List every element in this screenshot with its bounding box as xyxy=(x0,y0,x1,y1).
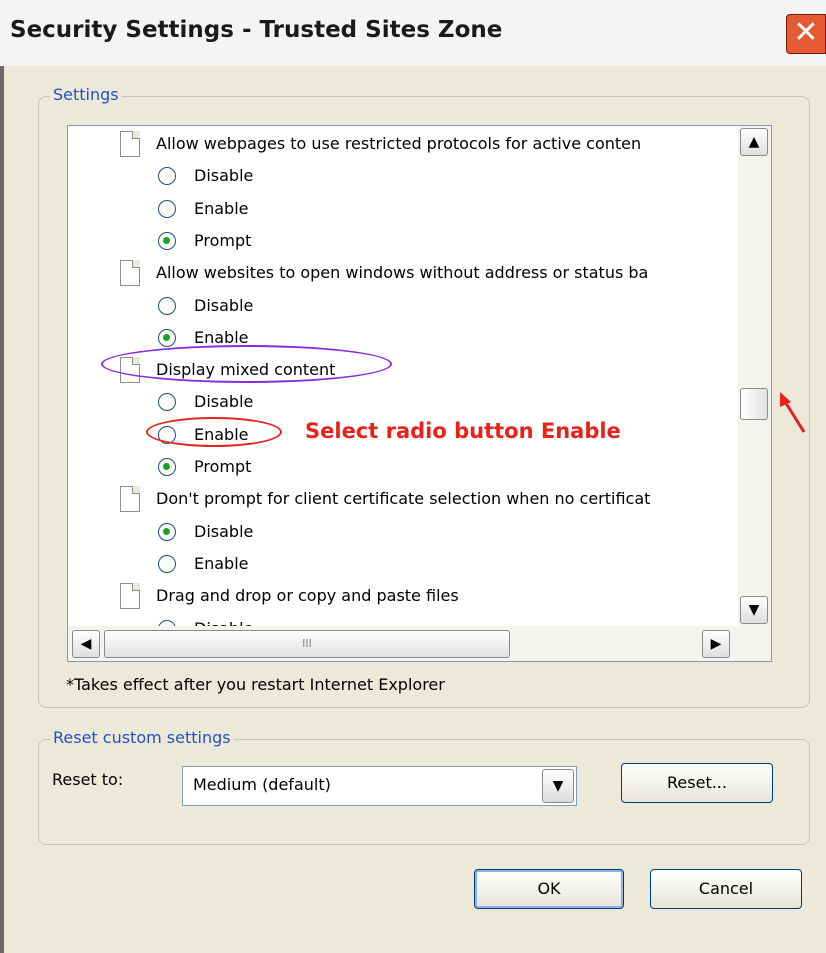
radio-checked[interactable] xyxy=(158,328,176,347)
chevron-left-icon: ◀ xyxy=(80,636,92,652)
document-icon xyxy=(120,583,140,610)
reset-to-label: Reset to: xyxy=(52,770,124,789)
highlight-ellipse-enable-option xyxy=(146,417,282,447)
settings-group-label: Settings xyxy=(50,85,122,104)
radio-checked[interactable] xyxy=(158,522,176,541)
option-label[interactable]: Enable xyxy=(194,549,249,579)
title-bar: Security Settings - Trusted Sites Zone ✕ xyxy=(0,0,826,67)
scroll-right-button[interactable]: ▶ xyxy=(702,630,730,658)
highlight-ellipse-display-mixed-content xyxy=(101,345,392,383)
document-icon xyxy=(120,260,140,287)
radio-checked[interactable] xyxy=(158,231,176,250)
chevron-right-icon: ▶ xyxy=(710,636,722,652)
horizontal-scrollbar[interactable]: ◀ III ▶ xyxy=(68,626,771,661)
document-icon xyxy=(120,486,140,513)
scroll-left-button[interactable]: ◀ xyxy=(72,630,100,658)
reset-level-value: Medium (default) xyxy=(193,775,331,794)
reset-level-select[interactable]: Medium (default) ▼ xyxy=(182,766,577,806)
window-title: Security Settings - Trusted Sites Zone xyxy=(10,17,503,43)
settings-list: Allow webpages to use restricted protoco… xyxy=(67,125,772,662)
option-label[interactable]: Enable xyxy=(194,194,249,224)
chevron-down-icon: ▼ xyxy=(748,602,760,618)
ok-button[interactable]: OK xyxy=(474,869,624,909)
red-arrow-icon xyxy=(780,392,806,433)
radio-unchecked[interactable] xyxy=(158,393,176,412)
radio-unchecked[interactable] xyxy=(158,167,176,186)
setting-item-label: Allow webpages to use restricted protoco… xyxy=(156,134,642,153)
chevron-down-icon[interactable]: ▼ xyxy=(542,769,574,803)
reset-group-label: Reset custom settings xyxy=(50,728,234,747)
scroll-grip-icon: III xyxy=(302,637,312,650)
option-label[interactable]: Disable xyxy=(194,517,253,547)
cancel-button[interactable]: Cancel xyxy=(650,869,802,909)
radio-unchecked[interactable] xyxy=(158,554,176,573)
restart-footnote: *Takes effect after you restart Internet… xyxy=(66,675,445,694)
scroll-down-button[interactable]: ▼ xyxy=(740,596,768,624)
close-button[interactable]: ✕ xyxy=(786,14,826,54)
close-icon: ✕ xyxy=(793,15,819,50)
option-label[interactable]: Disable xyxy=(194,614,253,627)
setting-item-label: Allow websites to open windows without a… xyxy=(156,263,649,283)
window-border xyxy=(0,66,4,953)
option-label[interactable]: Disable xyxy=(194,291,253,321)
option-label[interactable]: Disable xyxy=(194,387,253,417)
scroll-up-button[interactable]: ▲ xyxy=(740,128,768,156)
radio-checked[interactable] xyxy=(158,458,176,476)
chevron-up-icon: ▲ xyxy=(748,134,760,150)
vertical-scrollbar[interactable]: ▲ ▼ xyxy=(738,126,771,626)
vertical-scroll-thumb[interactable] xyxy=(740,388,768,420)
option-label[interactable]: Disable xyxy=(194,161,253,191)
horizontal-scroll-thumb[interactable]: III xyxy=(104,630,510,658)
option-label[interactable]: Prompt xyxy=(194,226,251,256)
reset-button[interactable]: Reset... xyxy=(621,763,773,803)
radio-unchecked[interactable] xyxy=(158,296,176,315)
setting-item-label: Don't prompt for client certificate sele… xyxy=(156,489,651,509)
annotation-instruction: Select radio button Enable xyxy=(305,419,621,443)
document-icon xyxy=(120,131,140,157)
setting-item-label: Drag and drop or copy and paste files xyxy=(156,586,459,606)
radio-unchecked[interactable] xyxy=(158,199,176,218)
option-label[interactable]: Prompt xyxy=(194,452,251,482)
